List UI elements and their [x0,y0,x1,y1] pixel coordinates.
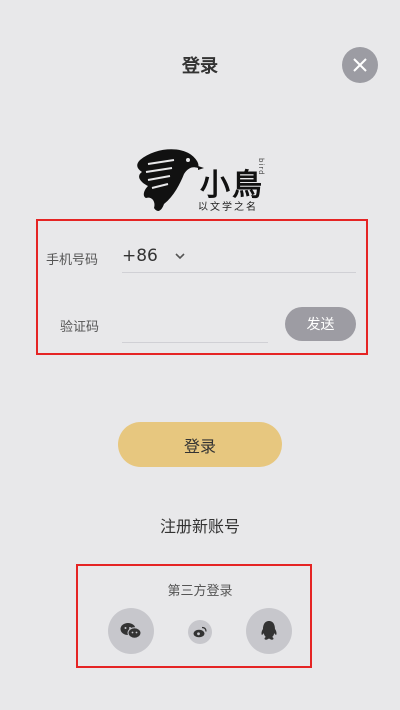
code-underline [122,342,268,343]
country-code-select[interactable]: +86 [122,246,158,266]
close-icon [353,58,367,72]
phone-label: 手机号码 [46,253,99,268]
code-label: 验证码 [60,320,100,335]
logo-tagline: 以文学之名 [198,202,258,213]
verification-code-input[interactable] [122,318,266,342]
qq-icon [261,621,277,640]
login-button[interactable]: 登录 [118,422,282,467]
send-code-button[interactable]: 发送 [285,307,356,341]
wechat-icon [120,623,142,639]
weibo-login-button[interactable] [188,620,212,644]
logo-vertical-text: bird [257,158,265,176]
register-link[interactable]: 注册新账号 [0,513,400,537]
phone-underline [122,272,356,273]
third-party-title: 第三方登录 [167,584,233,599]
wechat-login-button[interactable] [108,608,154,654]
page-title: 登录 [182,56,218,77]
bird-logo-icon [137,149,204,211]
phone-input[interactable] [204,248,358,272]
qq-login-button[interactable] [246,608,292,654]
chevron-down-icon[interactable] [174,251,186,261]
close-button[interactable] [342,47,378,83]
weibo-icon [193,626,207,638]
